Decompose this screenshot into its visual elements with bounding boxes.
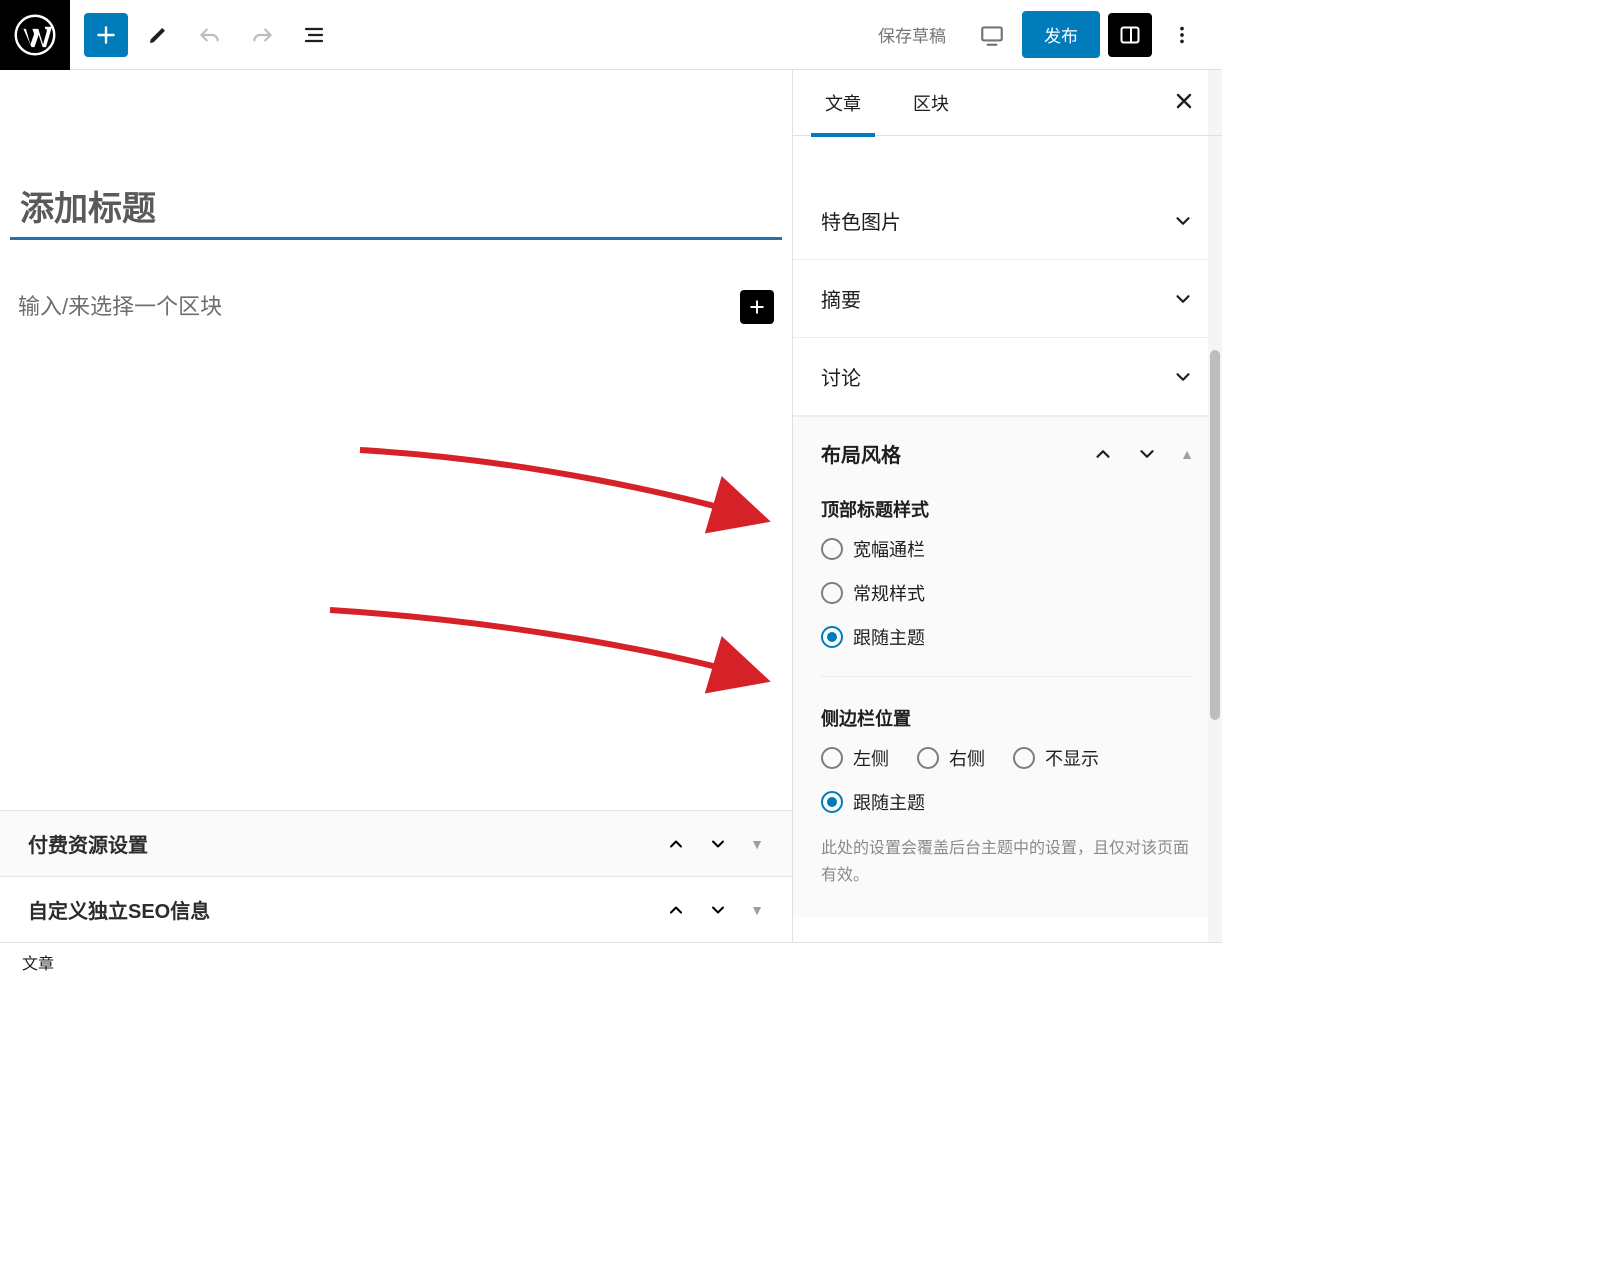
editor-meta-boxes: 付费资源设置 ▼ 自定义独立SEO信息 ▼ (0, 810, 792, 942)
plus-icon (747, 297, 767, 317)
sidebar-tabs: 文章 区块 (793, 70, 1222, 136)
toolbar-left (70, 13, 350, 57)
chevron-up-icon[interactable] (1092, 443, 1114, 465)
metabox-controls: ▼ (666, 834, 764, 854)
section-title: 布局风格 (821, 439, 901, 468)
settings-panel-toggle[interactable] (1108, 13, 1152, 57)
section-excerpt[interactable]: 摘要 (793, 260, 1222, 338)
radio-label: 左侧 (853, 745, 889, 771)
field-label: 顶部标题样式 (821, 496, 1194, 522)
undo-button[interactable] (188, 13, 232, 57)
plus-icon (93, 22, 119, 48)
editor-canvas: 付费资源设置 ▼ 自定义独立SEO信息 ▼ (0, 70, 792, 942)
more-options-button[interactable] (1160, 13, 1204, 57)
sidebar-close-button[interactable] (1164, 81, 1204, 124)
post-title-input[interactable] (20, 190, 772, 229)
radio-label: 常规样式 (853, 580, 925, 606)
triangle-down-icon[interactable]: ▼ (750, 902, 764, 918)
add-block-button[interactable] (84, 13, 128, 57)
toolbar-right: 保存草稿 发布 (862, 11, 1222, 58)
chevron-down-icon[interactable] (708, 900, 728, 920)
radio-follow-theme[interactable]: 跟随主题 (821, 624, 1194, 650)
tab-post[interactable]: 文章 (811, 70, 875, 136)
scrollbar-track[interactable] (1208, 70, 1222, 942)
section-layout-style: 布局风格 ▲ 顶部标题样式 宽幅通栏 常规样式 跟随主题 侧边栏位置 (793, 416, 1222, 917)
field-top-title-style: 顶部标题样式 宽幅通栏 常规样式 跟随主题 (821, 496, 1194, 650)
save-draft-button[interactable]: 保存草稿 (862, 12, 962, 57)
chevron-up-icon[interactable] (666, 900, 686, 920)
section-discussion[interactable]: 讨论 (793, 338, 1222, 416)
outline-icon (302, 23, 326, 47)
document-outline-button[interactable] (292, 13, 336, 57)
radio-group-sidebar-pos: 左侧 右侧 不显示 跟随主题 (821, 745, 1194, 815)
radio-follow-theme[interactable]: 跟随主题 (821, 789, 1194, 815)
breadcrumb-item[interactable]: 文章 (22, 950, 54, 974)
radio-group-top-title: 宽幅通栏 常规样式 跟随主题 (821, 536, 1194, 650)
body-wrap: 付费资源设置 ▼ 自定义独立SEO信息 ▼ 文章 (0, 70, 1222, 942)
metabox-title: 付费资源设置 (28, 829, 148, 858)
preview-button[interactable] (970, 13, 1014, 57)
inline-add-block-button[interactable] (740, 290, 774, 324)
radio-wide[interactable]: 宽幅通栏 (821, 536, 1194, 562)
radio-label: 不显示 (1045, 745, 1099, 771)
chevron-down-icon (1172, 288, 1194, 310)
footer-breadcrumb: 文章 (0, 942, 1222, 980)
redo-button[interactable] (240, 13, 284, 57)
radio-label: 跟随主题 (853, 624, 925, 650)
radio-label: 跟随主题 (853, 789, 925, 815)
block-placeholder-input[interactable] (18, 294, 740, 320)
field-sidebar-position: 侧边栏位置 左侧 右侧 不显示 跟随主题 此处的设置会覆盖后台主题中的设置，且仅… (821, 705, 1194, 889)
triangle-up-icon[interactable]: ▲ (1180, 446, 1194, 462)
metabox-title: 自定义独立SEO信息 (28, 895, 210, 924)
radio-label: 宽幅通栏 (853, 536, 925, 562)
annotation-arrow (350, 440, 780, 540)
tab-block[interactable]: 区块 (899, 70, 963, 136)
section-title: 特色图片 (821, 206, 901, 235)
wordpress-icon (14, 14, 56, 56)
radio-label: 右侧 (949, 745, 985, 771)
chevron-down-icon[interactable] (708, 834, 728, 854)
edit-mode-button[interactable] (136, 13, 180, 57)
chevron-down-icon (1172, 210, 1194, 232)
metabox-seo[interactable]: 自定义独立SEO信息 ▼ (0, 876, 792, 942)
chevron-down-icon (1172, 366, 1194, 388)
chevron-up-icon[interactable] (666, 834, 686, 854)
close-icon (1172, 89, 1196, 113)
section-title: 摘要 (821, 284, 861, 313)
annotation-arrow (320, 600, 780, 700)
layout-header[interactable]: 布局风格 ▲ (821, 439, 1194, 468)
kebab-icon (1171, 24, 1193, 46)
layout-controls: ▲ (1092, 443, 1194, 465)
metabox-paid-resource[interactable]: 付费资源设置 ▼ (0, 810, 792, 876)
scrollbar-thumb[interactable] (1210, 350, 1220, 720)
settings-sidebar: 文章 区块 特色图片 摘要 讨论 (792, 70, 1222, 942)
top-toolbar: 保存草稿 发布 (0, 0, 1222, 70)
metabox-controls: ▼ (666, 900, 764, 920)
radio-standard[interactable]: 常规样式 (821, 580, 1194, 606)
wordpress-logo[interactable] (0, 0, 70, 70)
chevron-down-icon[interactable] (1136, 443, 1158, 465)
radio-left[interactable]: 左侧 (821, 745, 889, 771)
field-label: 侧边栏位置 (821, 705, 1194, 731)
radio-none[interactable]: 不显示 (1013, 745, 1099, 771)
redo-icon (249, 22, 275, 48)
sidebar-panel-icon (1118, 23, 1142, 47)
pencil-icon (146, 23, 170, 47)
triangle-down-icon[interactable]: ▼ (750, 836, 764, 852)
field-hint: 此处的设置会覆盖后台主题中的设置，且仅对该页面有效。 (821, 835, 1194, 889)
default-block-row (0, 290, 792, 324)
publish-button[interactable]: 发布 (1022, 11, 1100, 58)
desktop-icon (979, 22, 1005, 48)
undo-icon (197, 22, 223, 48)
section-title: 讨论 (821, 362, 861, 391)
section-featured-image[interactable]: 特色图片 (793, 182, 1222, 260)
radio-right[interactable]: 右侧 (917, 745, 985, 771)
post-title-wrap (10, 190, 782, 240)
